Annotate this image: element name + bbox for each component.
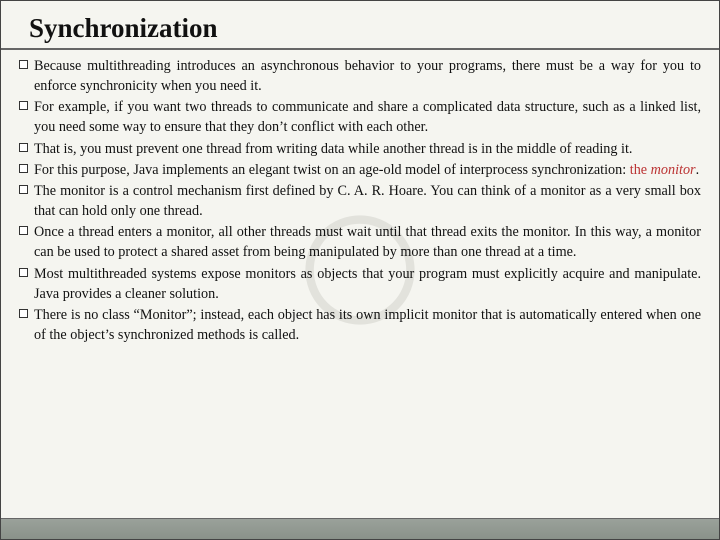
list-item: There is no class “Monitor”; instead, ea… <box>19 305 701 345</box>
bullet-text: Most multithreaded systems expose monito… <box>34 264 701 304</box>
bullet-text: For example, if you want two threads to … <box>34 97 701 137</box>
bullet-text-post: . <box>696 162 700 178</box>
slide-page: Synchronization Because multithreading i… <box>0 0 720 540</box>
monitor-term: monitor <box>651 162 696 178</box>
bullet-text-pre: For this purpose, Java implements an ele… <box>34 162 630 178</box>
list-item: For example, if you want two threads to … <box>19 97 701 137</box>
list-item: That is, you must prevent one thread fro… <box>19 139 701 159</box>
list-item: Once a thread enters a monitor, all othe… <box>19 222 701 262</box>
list-item: The monitor is a control mechanism first… <box>19 181 701 221</box>
checkbox-icon <box>19 143 28 152</box>
list-item: Most multithreaded systems expose monito… <box>19 264 701 304</box>
checkbox-icon <box>19 309 28 318</box>
list-item: For this purpose, Java implements an ele… <box>19 160 701 180</box>
checkbox-icon <box>19 60 28 69</box>
checkbox-icon <box>19 185 28 194</box>
bullet-text: That is, you must prevent one thread fro… <box>34 139 701 159</box>
checkbox-icon <box>19 164 28 173</box>
checkbox-icon <box>19 268 28 277</box>
monitor-highlight: the monitor <box>630 162 696 178</box>
list-item: Because multithreading introduces an asy… <box>19 56 701 96</box>
bullet-text: Because multithreading introduces an asy… <box>34 56 701 96</box>
body-content: Because multithreading introduces an asy… <box>1 56 719 345</box>
monitor-article: the <box>630 162 651 178</box>
page-title: Synchronization <box>1 1 719 50</box>
checkbox-icon <box>19 101 28 110</box>
footer-bar <box>1 518 719 539</box>
bullet-text: For this purpose, Java implements an ele… <box>34 160 701 180</box>
bullet-text: Once a thread enters a monitor, all othe… <box>34 222 701 262</box>
bullet-text: There is no class “Monitor”; instead, ea… <box>34 305 701 345</box>
bullet-text: The monitor is a control mechanism first… <box>34 181 701 221</box>
checkbox-icon <box>19 226 28 235</box>
